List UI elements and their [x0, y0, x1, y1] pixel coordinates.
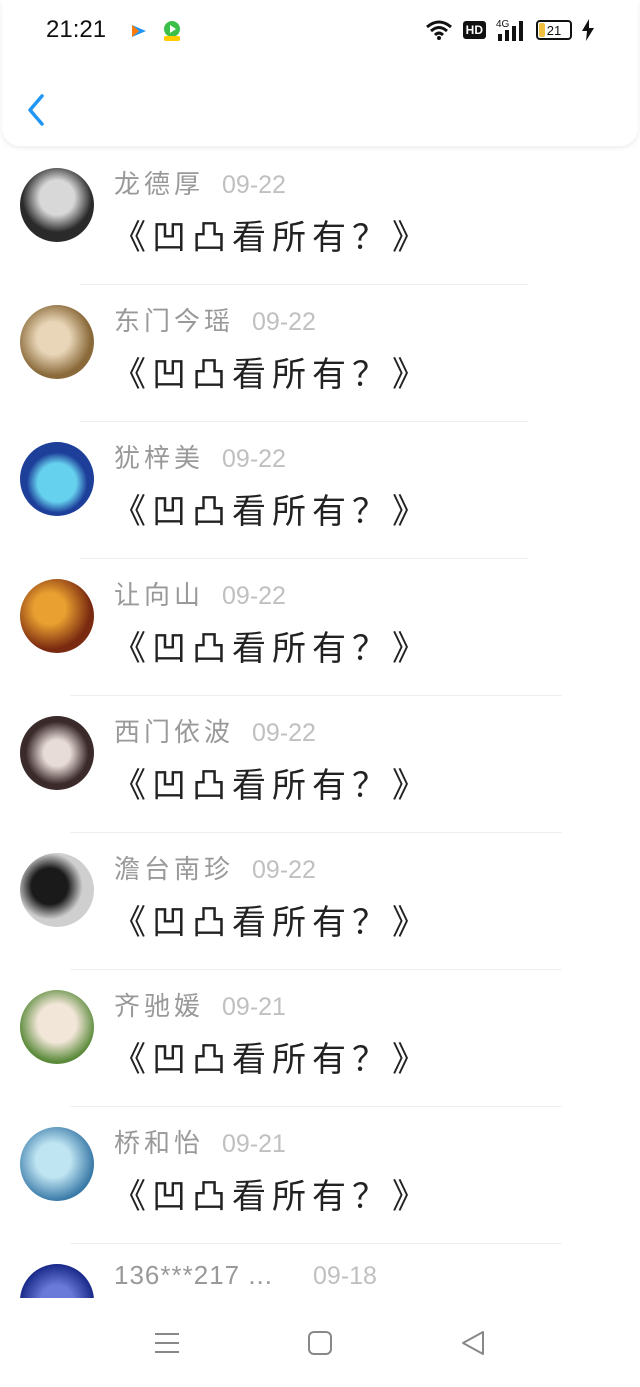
list-item[interactable]: 龙德厚 09-22 《凹凸看所有？》: [0, 148, 640, 285]
message-date: 09-22: [222, 171, 286, 199]
user-name[interactable]: 东门今瑶: [114, 301, 234, 338]
list-item[interactable]: 东门今瑶 09-22 《凹凸看所有？》: [0, 285, 640, 422]
message-text: 《凹凸看所有？》: [112, 629, 432, 669]
user-name[interactable]: 西门依波: [114, 712, 234, 749]
list-item-meta: 136***217 ... 09-18: [114, 1260, 377, 1291]
tv-app-icon: [164, 21, 180, 41]
battery-percent: 21: [546, 22, 562, 38]
user-name[interactable]: 齐驰媛: [114, 986, 204, 1023]
avatar[interactable]: [20, 168, 94, 242]
status-time: 21:21: [46, 16, 107, 43]
system-nav-bar: [0, 1298, 640, 1387]
home-square-icon[interactable]: [305, 1328, 335, 1358]
svg-text:4G: 4G: [496, 19, 510, 30]
back-chevron-icon[interactable]: [24, 92, 48, 128]
message-date: 09-18: [313, 1262, 377, 1290]
list-item[interactable]: 齐驰媛 09-21 《凹凸看所有？》: [0, 970, 640, 1107]
list-item[interactable]: 西门依波 09-22 《凹凸看所有？》: [0, 696, 640, 833]
user-name[interactable]: 让向山: [114, 575, 204, 612]
avatar[interactable]: [20, 853, 94, 927]
list-item-meta: 西门依波 09-22: [114, 712, 316, 749]
avatar[interactable]: [20, 716, 94, 790]
header-card: 21:21 HD 4G 21: [2, 0, 638, 146]
message-date: 09-21: [222, 1130, 286, 1158]
video-app-icon: [132, 25, 146, 37]
charging-icon: [582, 19, 594, 41]
list-item[interactable]: 136***217 ... 09-18: [0, 1244, 640, 1298]
list-item-meta: 龙德厚 09-22: [114, 164, 286, 201]
message-date: 09-22: [222, 445, 286, 473]
status-bar: 21:21 HD 4G 21: [2, 0, 638, 64]
user-name[interactable]: 犹梓美: [114, 438, 204, 475]
list-item[interactable]: 犹梓美 09-22 《凹凸看所有？》: [0, 422, 640, 559]
battery-level: [539, 23, 545, 37]
back-triangle-icon[interactable]: [458, 1328, 488, 1358]
message-text: 《凹凸看所有？》: [112, 355, 432, 395]
list-item-meta: 桥和怡 09-21: [114, 1123, 286, 1160]
message-date: 09-22: [252, 719, 316, 747]
avatar[interactable]: [20, 1264, 94, 1298]
avatar[interactable]: [20, 442, 94, 516]
message-text: 《凹凸看所有？》: [112, 492, 432, 532]
message-date: 09-21: [222, 993, 286, 1021]
user-name[interactable]: 桥和怡: [114, 1123, 204, 1160]
message-text: 《凹凸看所有？》: [112, 1177, 432, 1217]
avatar[interactable]: [20, 305, 94, 379]
user-name[interactable]: 龙德厚: [114, 164, 204, 201]
wifi-icon: [425, 20, 452, 40]
list-item-meta: 让向山 09-22: [114, 575, 286, 612]
status-right: HD 4G 21: [425, 18, 594, 42]
notification-icons: [130, 20, 184, 42]
message-date: 09-22: [252, 856, 316, 884]
message-list: 龙德厚 09-22 《凹凸看所有？》 东门今瑶 09-22 《凹凸看所有？》 犹…: [0, 148, 640, 1298]
message-text: 《凹凸看所有？》: [112, 903, 432, 943]
list-item-meta: 东门今瑶 09-22: [114, 301, 316, 338]
list-item-meta: 澹台南珍 09-22: [114, 849, 316, 886]
battery-indicator: 21: [536, 20, 572, 40]
avatar[interactable]: [20, 579, 94, 653]
list-item[interactable]: 澹台南珍 09-22 《凹凸看所有？》: [0, 833, 640, 970]
message-text: 《凹凸看所有？》: [112, 1040, 432, 1080]
hd-badge: HD: [462, 21, 486, 39]
signal-icon: 4G: [496, 19, 523, 41]
list-item-meta: 犹梓美 09-22: [114, 438, 286, 475]
message-text: 《凹凸看所有？》: [112, 766, 432, 806]
user-name[interactable]: 澹台南珍: [114, 849, 234, 886]
user-name[interactable]: 136***217 ...: [114, 1260, 273, 1291]
message-text: 《凹凸看所有？》: [112, 218, 432, 258]
avatar[interactable]: [20, 990, 94, 1064]
message-date: 09-22: [252, 308, 316, 336]
menu-icon[interactable]: [152, 1328, 182, 1358]
list-item[interactable]: 桥和怡 09-21 《凹凸看所有？》: [0, 1107, 640, 1244]
list-item[interactable]: 让向山 09-22 《凹凸看所有？》: [0, 559, 640, 696]
message-date: 09-22: [222, 582, 286, 610]
avatar[interactable]: [20, 1127, 94, 1201]
list-item-meta: 齐驰媛 09-21: [114, 986, 286, 1023]
